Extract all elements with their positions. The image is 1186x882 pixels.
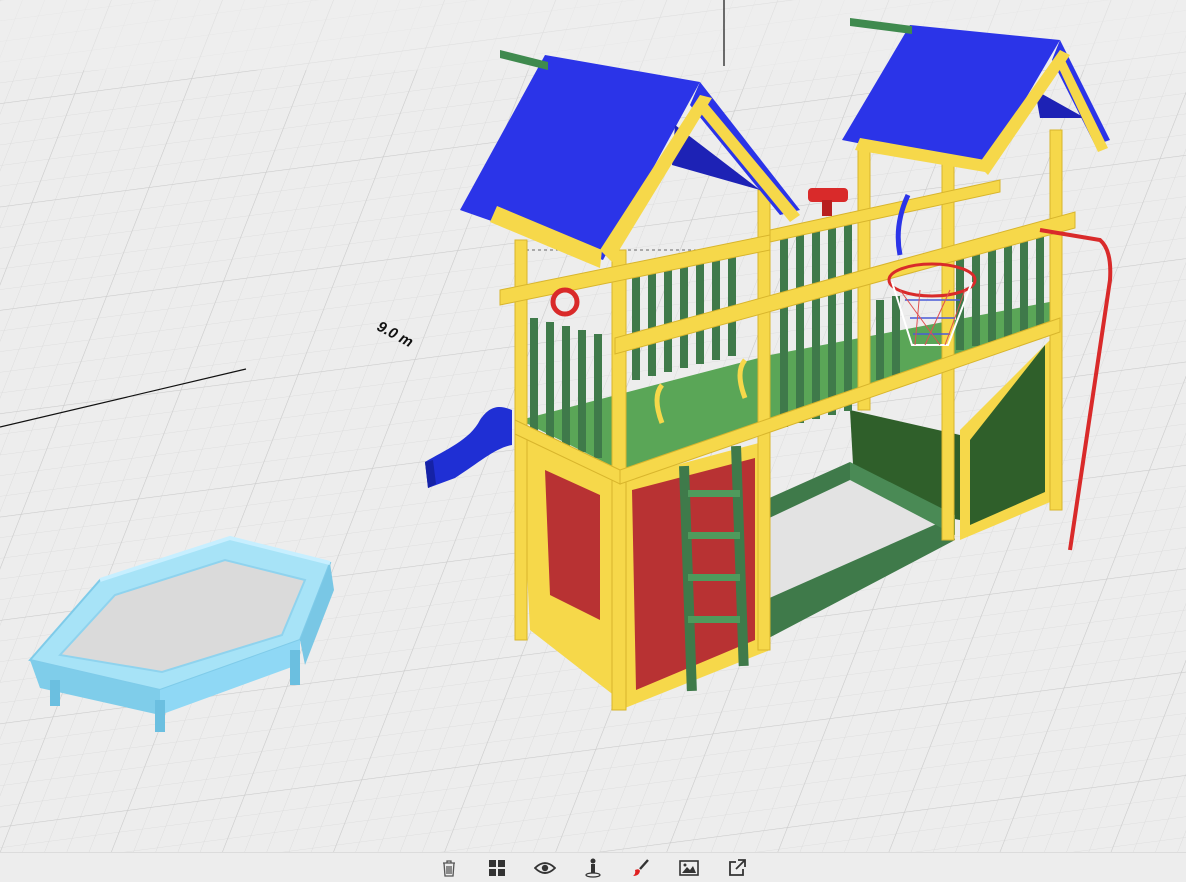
3d-viewport[interactable]: 9.0 m: [0, 0, 1186, 852]
eye-icon: [534, 861, 556, 875]
human-scale-button[interactable]: [581, 856, 605, 880]
bottom-toolbar: [0, 852, 1186, 882]
catalog-button[interactable]: [485, 856, 509, 880]
export-button[interactable]: [725, 856, 749, 880]
colors-button[interactable]: [629, 856, 653, 880]
delete-button[interactable]: [437, 856, 461, 880]
image-icon: [679, 859, 699, 876]
person-icon: [585, 858, 601, 878]
view-button[interactable]: [533, 856, 557, 880]
background-button[interactable]: [677, 856, 701, 880]
trash-icon: [441, 859, 457, 877]
paint-brush-icon: [632, 858, 650, 877]
share-icon: [728, 858, 746, 877]
grid-icon: [488, 859, 506, 877]
